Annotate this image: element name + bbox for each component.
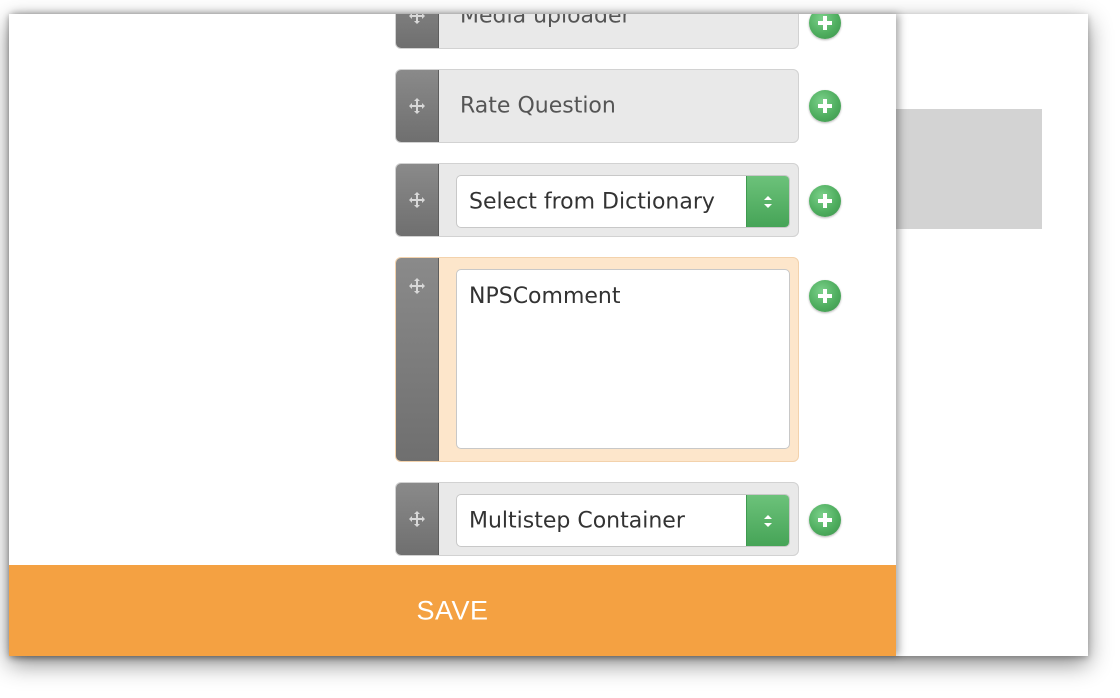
select-value: Select from Dictionary xyxy=(469,189,715,214)
drag-handle[interactable] xyxy=(396,483,439,555)
save-label: SAVE xyxy=(416,595,489,625)
component-nps-comment[interactable]: NPSComment xyxy=(395,257,799,462)
nps-comment-textarea[interactable]: NPSComment xyxy=(456,269,790,449)
textarea-value: NPSComment xyxy=(469,284,621,309)
component-label: Rate Question xyxy=(460,93,616,119)
drag-handle[interactable] xyxy=(396,164,439,236)
dictionary-select[interactable]: Select from Dictionary xyxy=(456,175,790,228)
updown-arrows-icon xyxy=(764,195,772,208)
plus-icon xyxy=(818,16,832,30)
plus-icon xyxy=(818,194,832,208)
component-panel: Media uploader Rate Question Select from… xyxy=(9,14,896,656)
add-multistep-button[interactable] xyxy=(809,504,841,536)
select-value: Multistep Container xyxy=(469,508,685,533)
component-select-from-dictionary[interactable]: Select from Dictionary xyxy=(395,163,799,237)
save-button[interactable]: SAVE xyxy=(9,565,896,656)
select-arrow[interactable] xyxy=(746,495,789,546)
move-icon xyxy=(409,511,425,527)
background-placeholder xyxy=(895,109,1042,229)
multistep-select[interactable]: Multistep Container xyxy=(456,494,790,547)
plus-icon xyxy=(818,289,832,303)
plus-icon xyxy=(818,513,832,527)
plus-icon xyxy=(818,99,832,113)
move-icon xyxy=(409,192,425,208)
component-media-uploader[interactable]: Media uploader xyxy=(395,14,799,49)
component-rate-question[interactable]: Rate Question xyxy=(395,69,799,143)
drag-handle[interactable] xyxy=(396,14,439,48)
add-rate-question-button[interactable] xyxy=(809,90,841,122)
select-arrow[interactable] xyxy=(746,176,789,227)
drag-handle[interactable] xyxy=(396,70,439,142)
component-multistep-container[interactable]: Multistep Container xyxy=(395,482,799,556)
move-icon xyxy=(409,278,425,294)
component-label: Media uploader xyxy=(460,14,631,28)
add-media-uploader-button[interactable] xyxy=(809,14,841,39)
updown-arrows-icon xyxy=(764,514,772,527)
add-nps-comment-button[interactable] xyxy=(809,280,841,312)
drag-handle[interactable] xyxy=(396,258,439,461)
add-select-button[interactable] xyxy=(809,185,841,217)
move-icon xyxy=(409,14,425,24)
move-icon xyxy=(409,98,425,114)
